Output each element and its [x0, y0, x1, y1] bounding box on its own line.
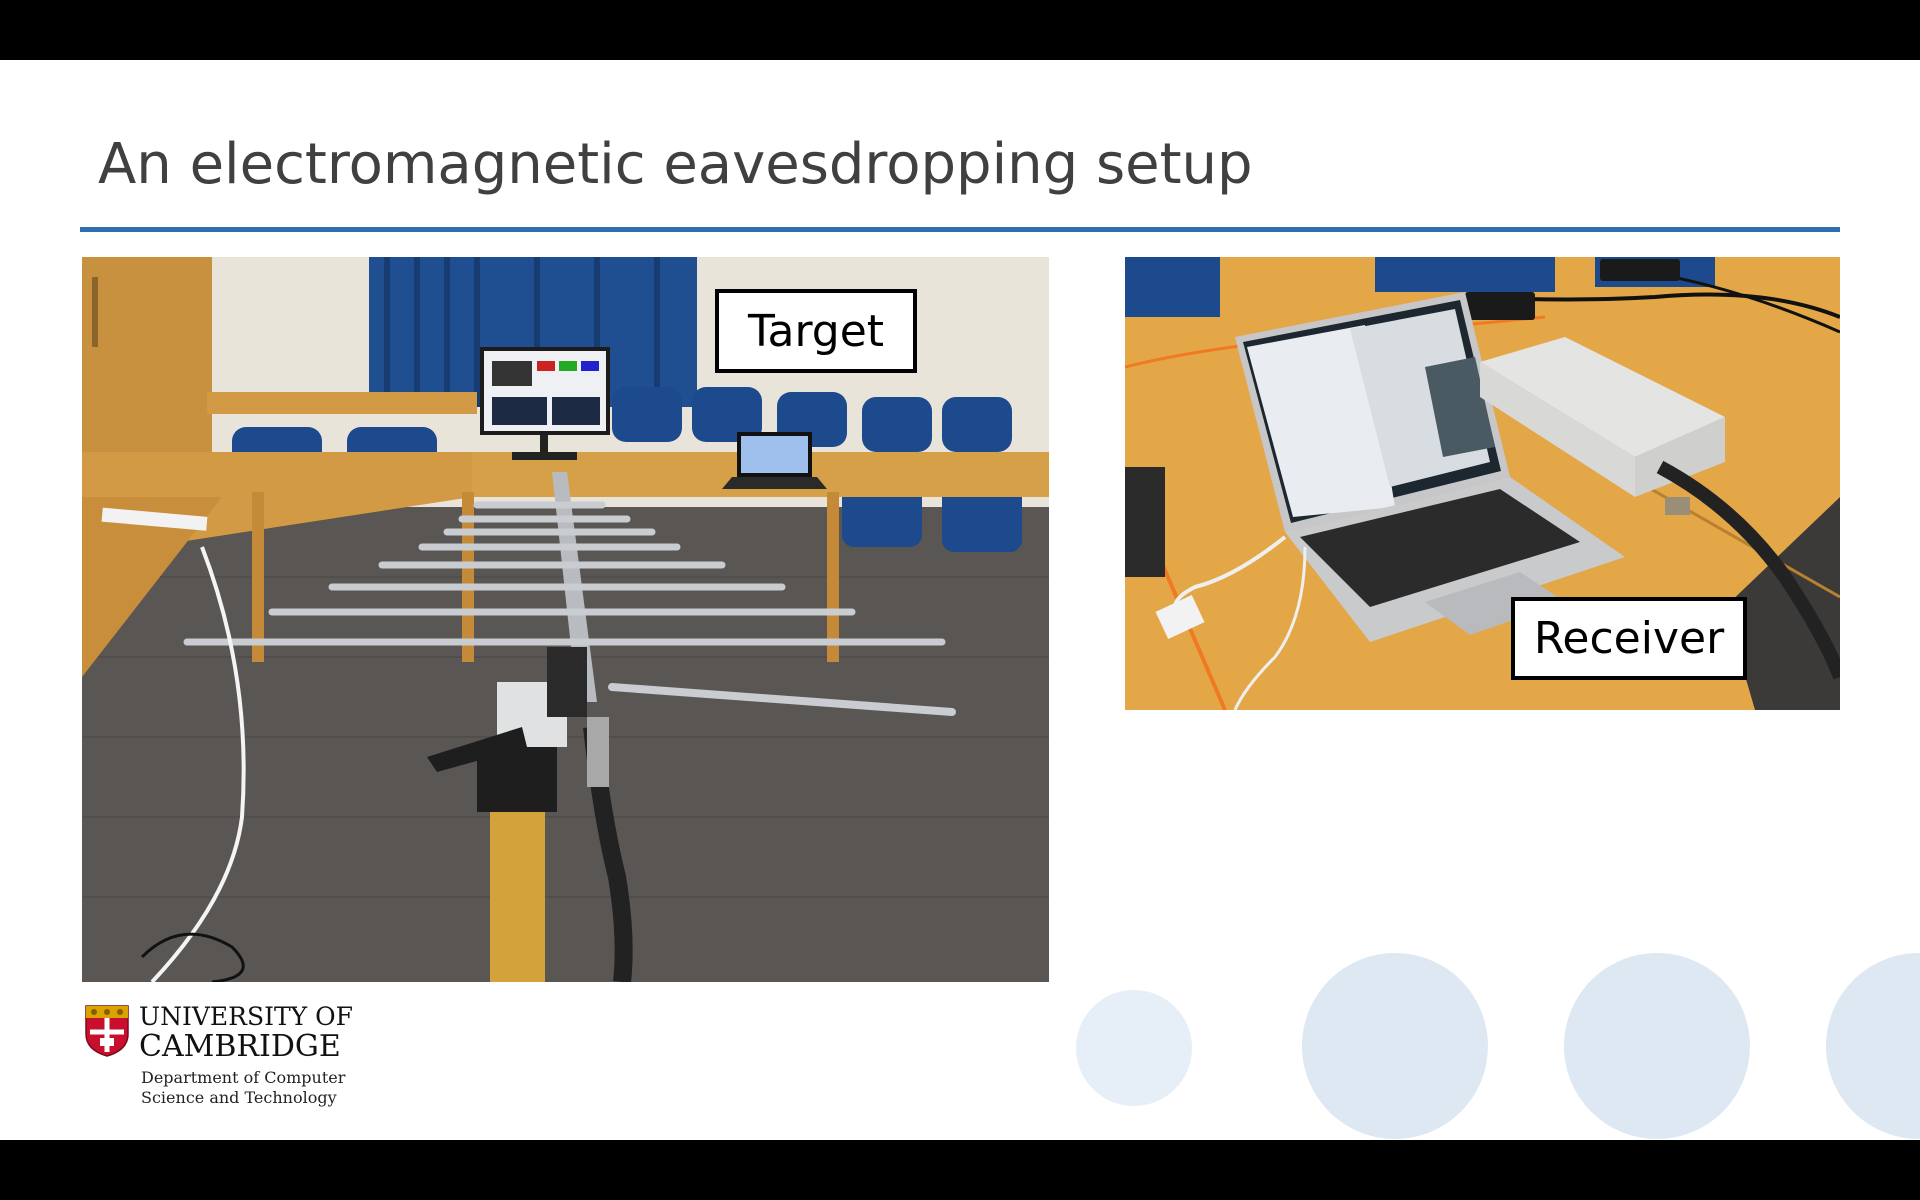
- letterbox-top: [0, 0, 1920, 60]
- target-label: Target: [715, 289, 917, 373]
- decorative-circle: [1564, 953, 1750, 1139]
- letterbox-bottom: [0, 1140, 1920, 1200]
- department-line1: Department of Computer: [141, 1068, 346, 1087]
- decorative-circle: [1076, 990, 1192, 1106]
- slide-title: An electromagnetic eavesdropping setup: [98, 132, 1253, 197]
- logo-text-line2: CAMBRIDGE: [139, 1029, 341, 1064]
- department-line2: Science and Technology: [141, 1088, 337, 1107]
- cambridge-crest-icon: [85, 1005, 129, 1057]
- title-underline: [80, 227, 1840, 232]
- presentation-slide: An electromagnetic eavesdropping setup T…: [0, 60, 1920, 1140]
- logo-text-line1: UNIVERSITY OF: [139, 1002, 353, 1031]
- university-logo: UNIVERSITY OF CAMBRIDGE Department of Co…: [84, 1002, 404, 1112]
- receiver-label: Receiver: [1511, 597, 1747, 680]
- decorative-circle: [1826, 953, 1920, 1139]
- decorative-circle: [1302, 953, 1488, 1139]
